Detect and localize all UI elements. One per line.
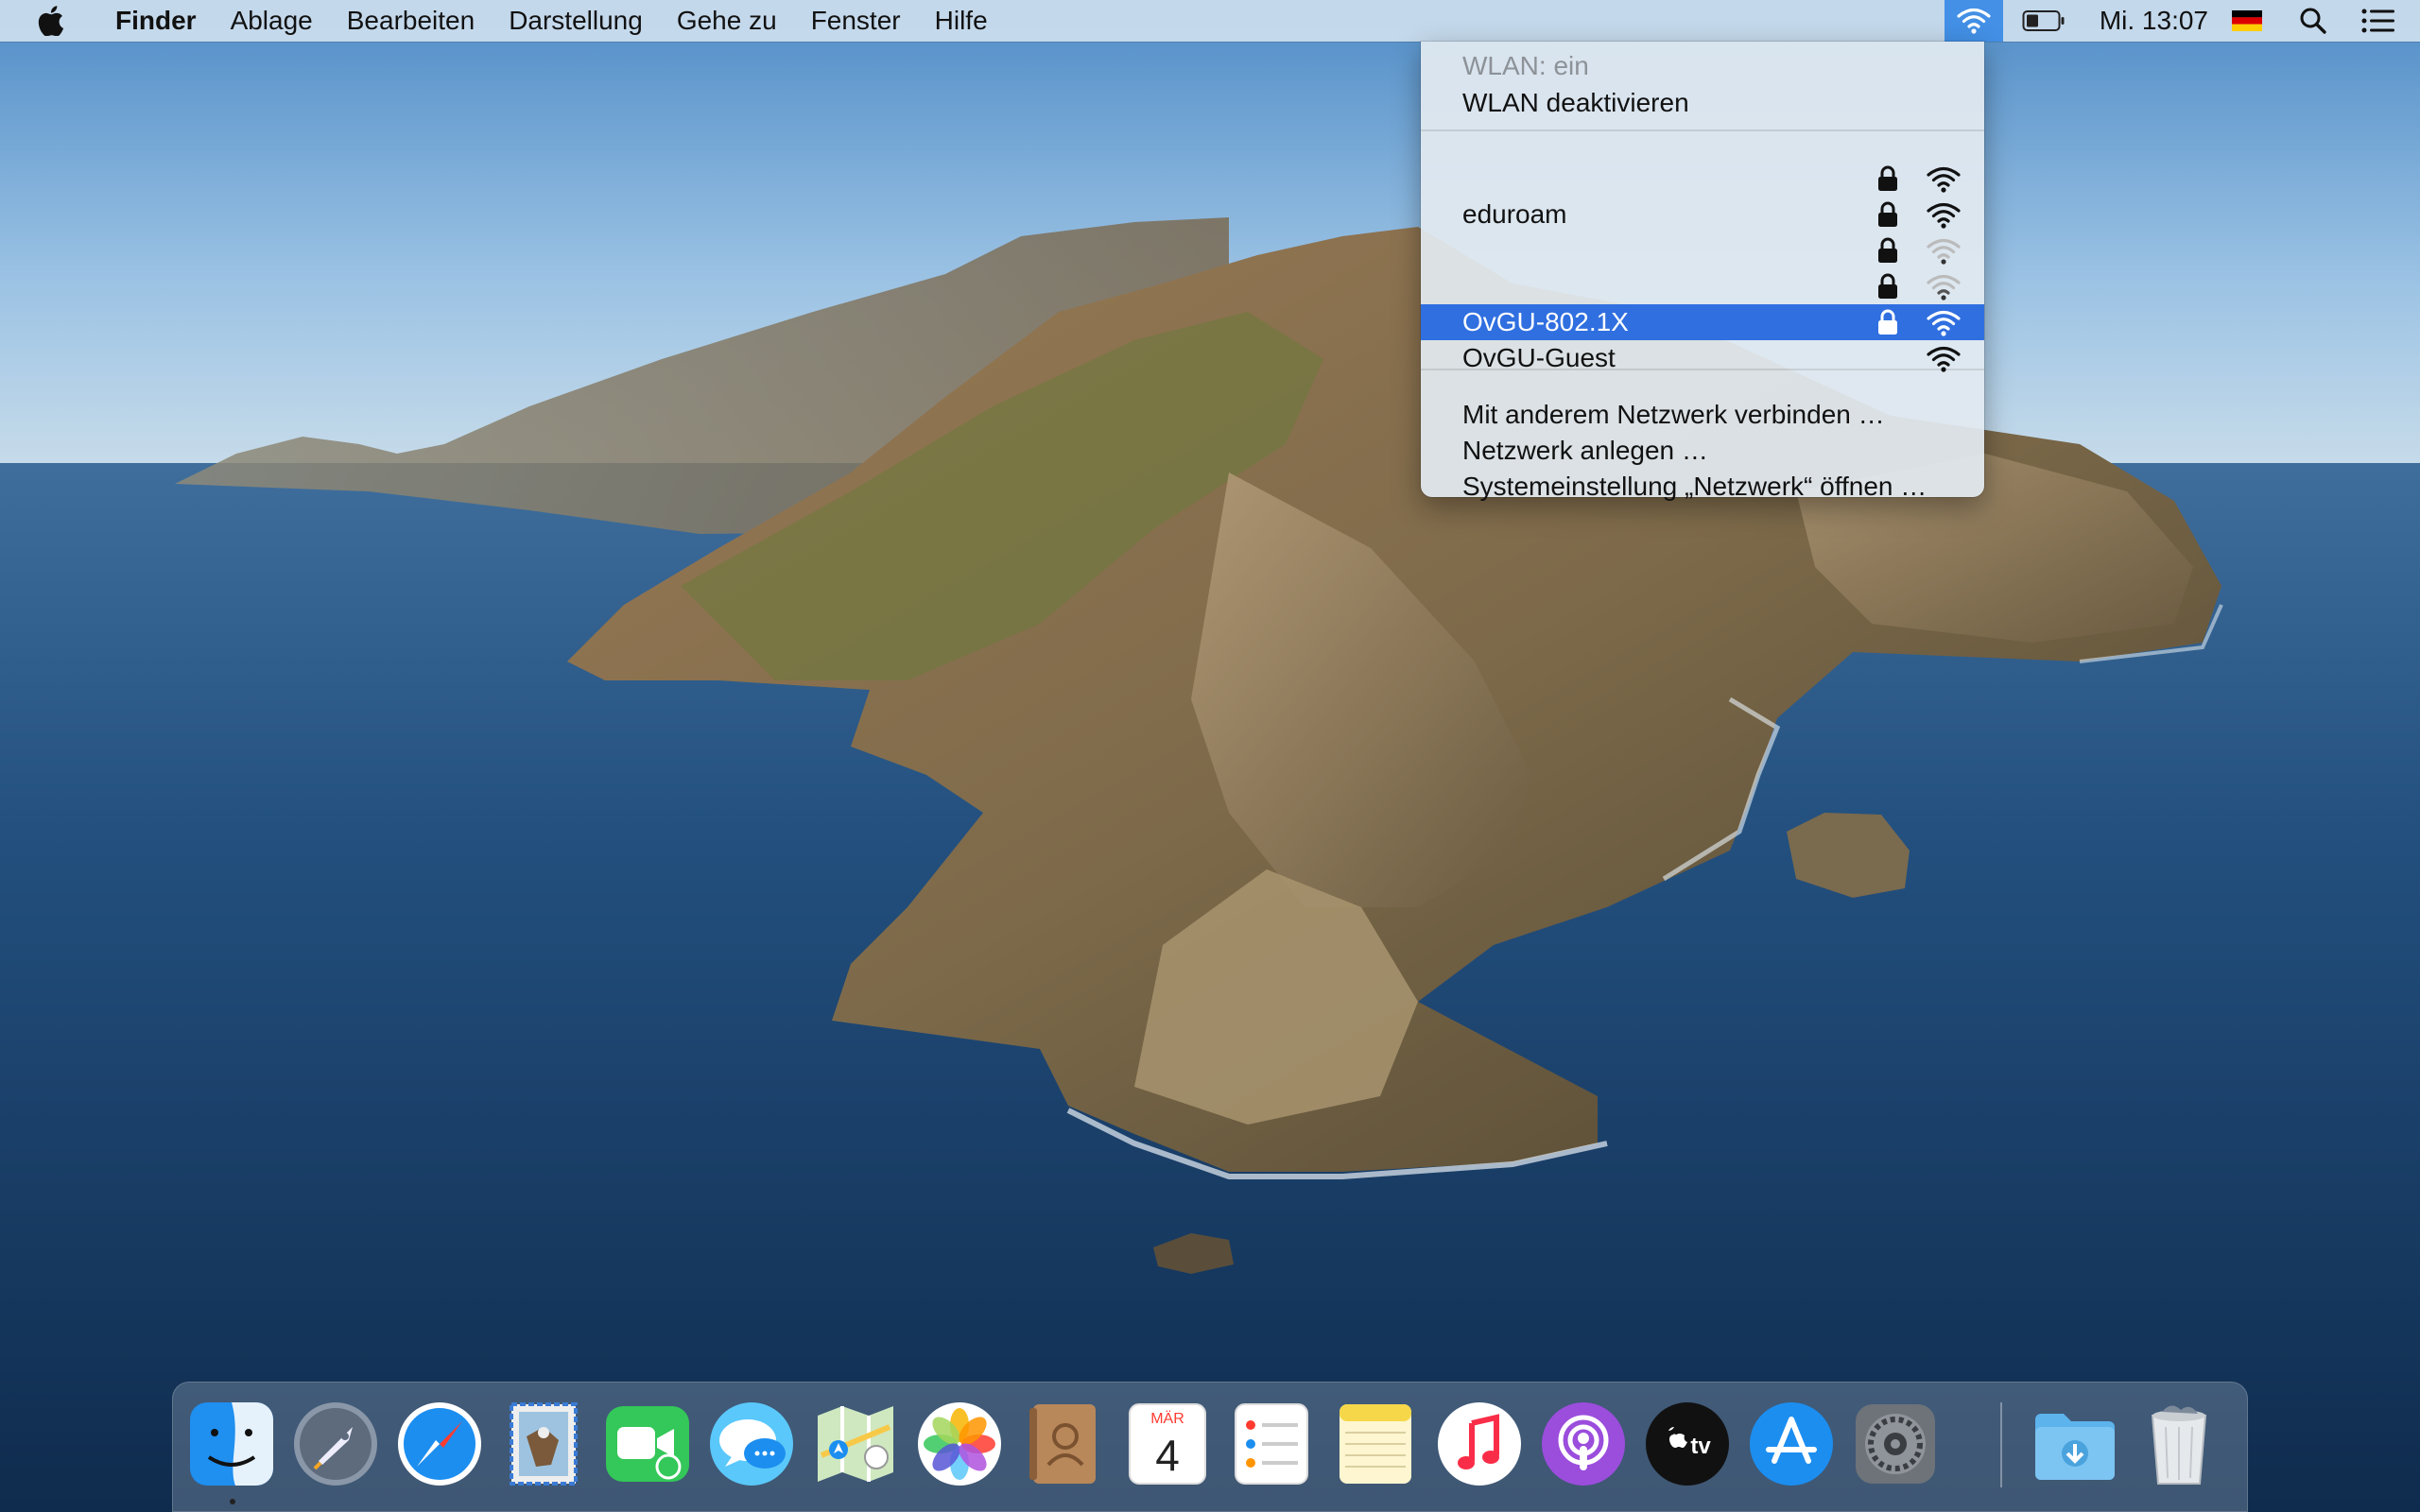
menu-separator (1421, 129, 1984, 131)
dock-photos-icon[interactable] (914, 1399, 1005, 1489)
network-item[interactable] (1421, 268, 1984, 304)
battery-icon[interactable] (2014, 0, 2073, 42)
finder-running-indicator (230, 1499, 235, 1504)
spotlight-icon[interactable] (2290, 0, 2337, 42)
dock-downloads-folder-icon[interactable] (2030, 1399, 2120, 1489)
calendar-month: MÄR (1150, 1410, 1184, 1427)
menu-bar: Finder Ablage Bearbeiten Darstellung Geh… (0, 0, 2420, 42)
menu-hilfe[interactable]: Hilfe (918, 0, 1005, 42)
calendar-day: 4 (1155, 1431, 1180, 1480)
dock-notes-icon[interactable] (1330, 1399, 1421, 1489)
lock-icon (1878, 309, 1897, 335)
network-name: eduroam (1462, 199, 1567, 229)
dock-launchpad-icon[interactable] (290, 1399, 381, 1489)
dock-system-preferences-icon[interactable] (1850, 1399, 1941, 1489)
wifi-signal-icon (1927, 310, 1961, 336)
dock-messages-icon[interactable] (706, 1399, 797, 1489)
action-label: Mit anderem Netzwerk verbinden … (1462, 400, 1885, 429)
open-network-preferences-item[interactable]: Systemeinstellung „Netzwerk“ öffnen … (1421, 457, 1984, 501)
wifi-icon[interactable] (1944, 0, 2003, 42)
wifi-signal-icon (1927, 166, 1961, 193)
network-name: OvGU-802.1X (1462, 307, 1629, 336)
menu-ablage[interactable]: Ablage (214, 0, 330, 42)
action-label: Systemeinstellung „Netzwerk“ öffnen … (1462, 472, 1927, 501)
dock-trash-icon[interactable] (2134, 1399, 2224, 1489)
apple-icon[interactable] (28, 0, 74, 42)
lock-icon (1878, 237, 1897, 263)
network-item-eduroam[interactable]: eduroam (1421, 197, 1984, 232)
menu-app-finder[interactable]: Finder (98, 0, 214, 42)
dock-finder-icon[interactable] (186, 1399, 277, 1489)
network-item[interactable] (1421, 161, 1984, 197)
notification-center-icon[interactable] (2350, 0, 2407, 42)
wifi-signal-icon (1927, 202, 1961, 229)
lock-icon (1878, 165, 1897, 191)
dock-music-icon[interactable] (1434, 1399, 1525, 1489)
dock-contacts-icon[interactable] (1018, 1399, 1109, 1489)
dock-calendar-icon[interactable]: MÄR 4 (1122, 1399, 1213, 1489)
dock-safari-icon[interactable] (394, 1399, 485, 1489)
dock-reminders-icon[interactable] (1226, 1399, 1317, 1489)
wifi-toggle-item[interactable]: WLAN deaktivieren (1421, 85, 1984, 121)
menu-gehe-zu[interactable]: Gehe zu (660, 0, 794, 42)
wifi-signal-weak-icon (1927, 238, 1961, 265)
wifi-dropdown-menu: WLAN: ein WLAN deaktivieren eduroam OvGU… (1421, 42, 1984, 501)
dock-app-store-icon[interactable] (1746, 1399, 1837, 1489)
network-item-ovgu-guest[interactable]: OvGU-Guest (1421, 340, 1984, 376)
menu-darstellung[interactable]: Darstellung (492, 0, 660, 42)
dock: MÄR 4 tv (172, 1382, 2248, 1512)
dock-mail-icon[interactable] (498, 1399, 589, 1489)
german-flag-icon[interactable] (2223, 0, 2271, 42)
join-other-network-item[interactable]: Mit anderem Netzwerk verbinden … (1421, 397, 1984, 433)
tv-label: tv (1690, 1434, 1711, 1459)
network-item[interactable] (1421, 232, 1984, 268)
menubar-clock[interactable]: Mi. 13:07 (2092, 0, 2223, 42)
lock-icon (1878, 201, 1897, 227)
network-item-ovgu-802-1x[interactable]: OvGU-802.1X (1421, 304, 1984, 340)
wifi-signal-weak-icon (1927, 274, 1961, 301)
dock-separator (2000, 1402, 2002, 1487)
desktop-wallpaper (0, 0, 2420, 1512)
menu-separator (1421, 369, 1984, 370)
lock-icon (1878, 273, 1897, 299)
wifi-status-label: WLAN: ein (1462, 51, 1589, 80)
menu-bearbeiten[interactable]: Bearbeiten (330, 0, 492, 42)
dock-tv-icon[interactable]: tv (1642, 1399, 1733, 1489)
wifi-status-item: WLAN: ein (1421, 48, 1984, 84)
menu-fenster[interactable]: Fenster (794, 0, 918, 42)
dock-maps-icon[interactable] (810, 1399, 901, 1489)
dock-podcasts-icon[interactable] (1538, 1399, 1629, 1489)
wifi-toggle-label: WLAN deaktivieren (1462, 88, 1689, 117)
network-name: OvGU-Guest (1462, 343, 1616, 372)
dock-facetime-icon[interactable] (602, 1399, 693, 1489)
